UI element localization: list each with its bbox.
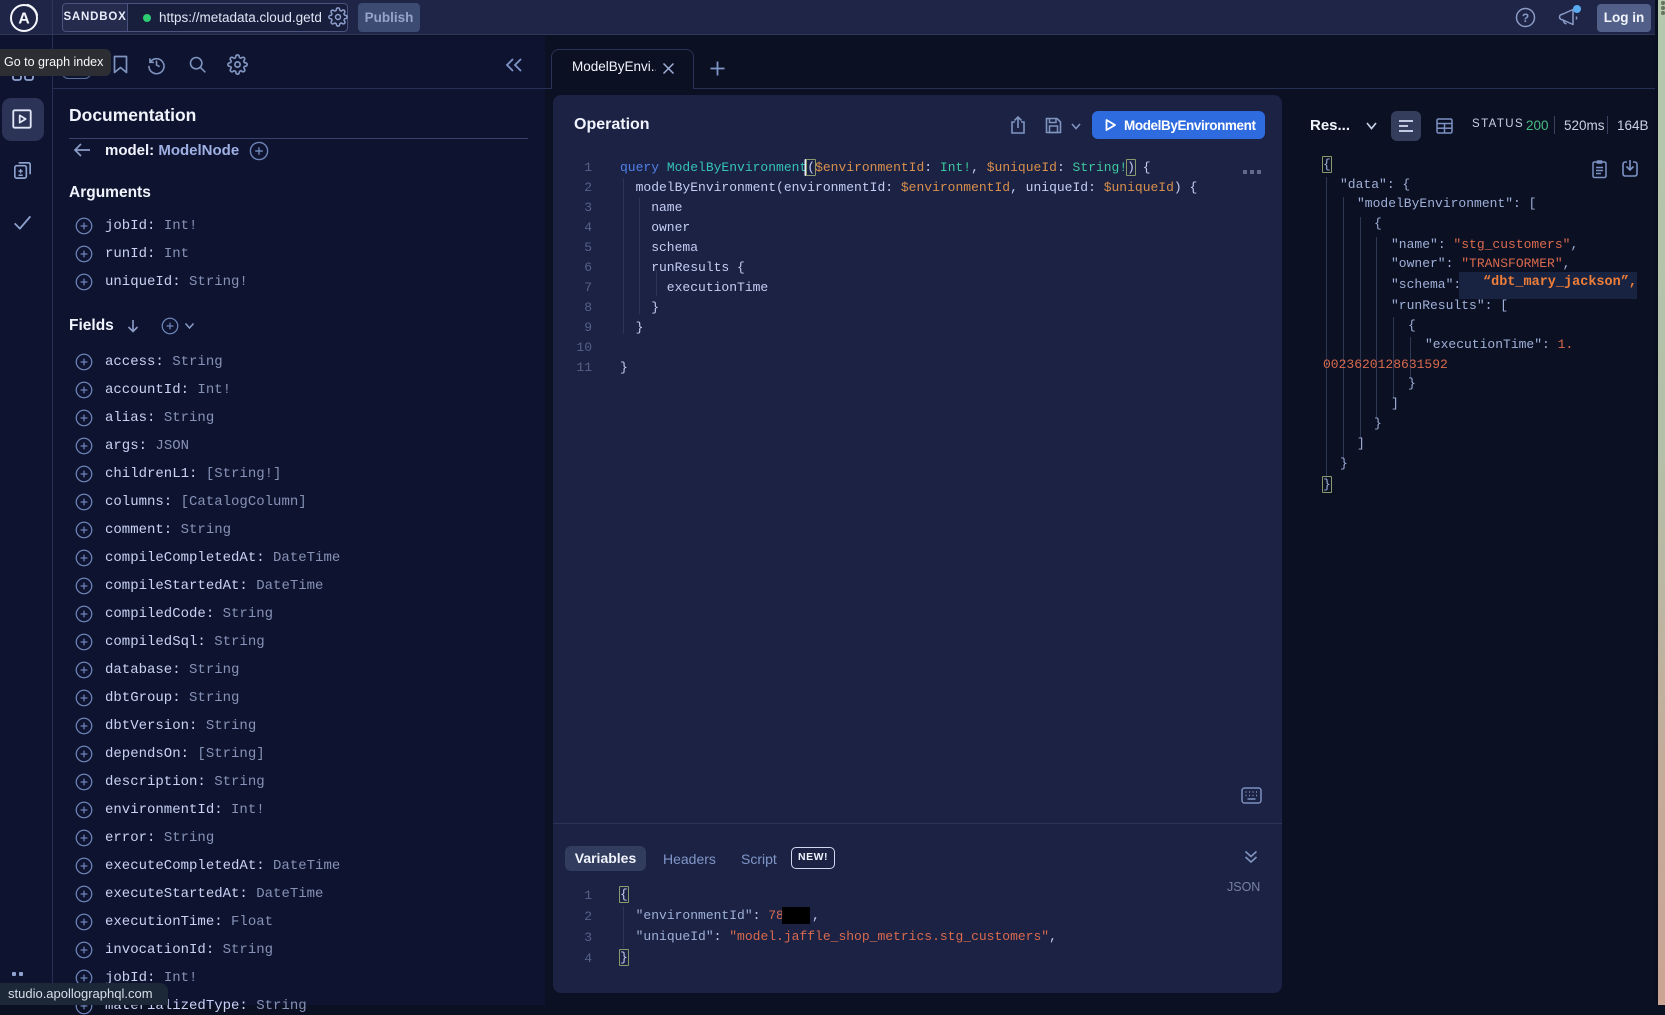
- svg-text:?: ?: [1522, 11, 1529, 25]
- svg-text:A: A: [18, 11, 30, 28]
